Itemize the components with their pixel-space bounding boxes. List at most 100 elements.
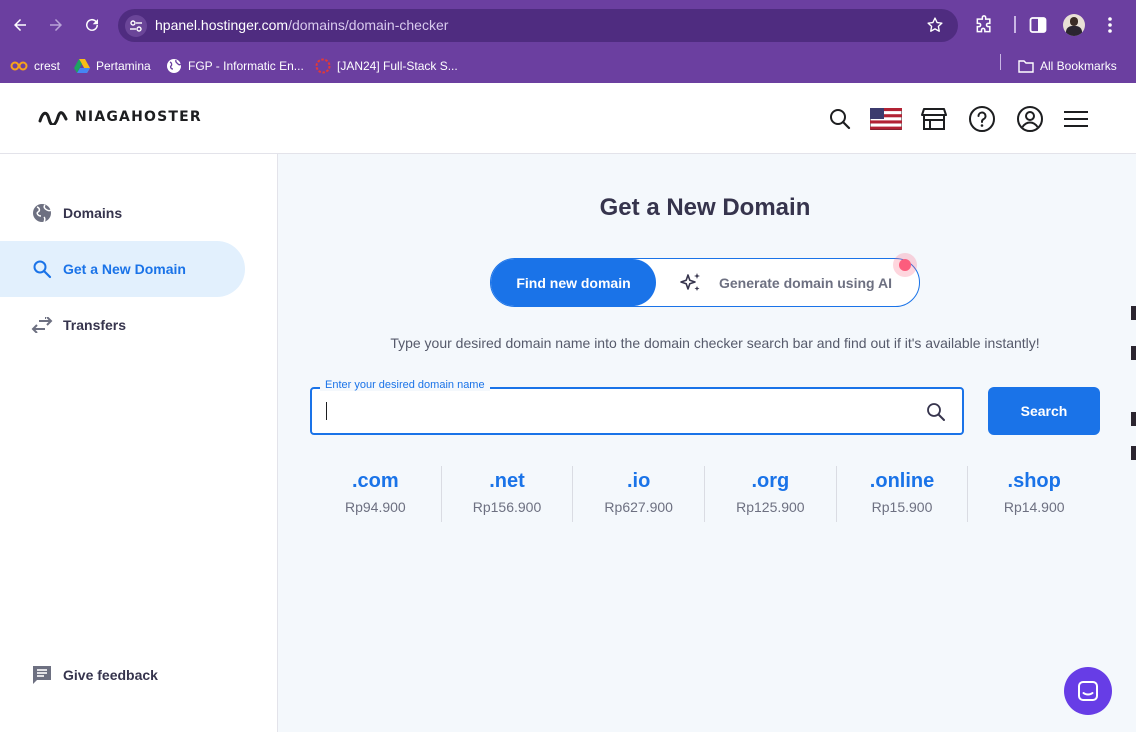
header-search-button[interactable] xyxy=(822,101,858,137)
browser-chrome: hpanel.hostinger.com/domains/domain-chec… xyxy=(0,0,1136,83)
crest-icon xyxy=(10,61,28,71)
generate-ai-label: Generate domain using AI xyxy=(719,274,892,291)
search-mode-toggle: Find new domain Generate domain using AI xyxy=(490,253,920,307)
chat-launcher-button[interactable] xyxy=(1064,667,1112,715)
drive-icon xyxy=(74,59,90,73)
all-bookmarks[interactable]: All Bookmarks xyxy=(1018,55,1117,77)
bookmark-pertamina[interactable]: Pertamina xyxy=(74,55,151,77)
sidebar-item-label: Domains xyxy=(63,205,123,221)
sidebar-item-get-new-domain[interactable]: Get a New Domain xyxy=(0,241,245,297)
globe-icon xyxy=(167,59,182,73)
tld-item[interactable]: .io Rp627.900 xyxy=(573,466,706,522)
domain-search-input[interactable] xyxy=(324,397,914,425)
find-new-domain-tab[interactable]: Find new domain xyxy=(491,259,656,306)
bookmark-label: FGP - Informatic En... xyxy=(188,59,304,73)
tld-price: Rp15.900 xyxy=(871,499,933,515)
extensions-button[interactable] xyxy=(973,14,995,36)
globe-icon xyxy=(31,202,53,224)
sidebar-item-label: Transfers xyxy=(63,317,127,333)
main-menu-button[interactable] xyxy=(1058,101,1094,137)
store-button[interactable] xyxy=(916,101,952,137)
back-button[interactable] xyxy=(8,13,32,37)
chat-icon xyxy=(1078,681,1098,701)
transfer-icon xyxy=(31,314,53,336)
bookmark-crest[interactable]: crest xyxy=(10,55,60,77)
window-edge-fragment xyxy=(1131,306,1136,320)
sidebar-item-transfers[interactable]: Transfers xyxy=(0,297,245,353)
search-button[interactable]: Search xyxy=(988,387,1100,435)
account-button[interactable] xyxy=(1012,101,1048,137)
sidebar: Domains Get a New Domain Transfers Give … xyxy=(0,154,278,732)
browser-menu-button[interactable] xyxy=(1099,14,1121,36)
tld-price: Rp125.900 xyxy=(736,499,805,515)
bookmark-label: crest xyxy=(34,59,61,73)
tld-item[interactable]: .org Rp125.900 xyxy=(705,466,837,522)
kebab-menu-icon xyxy=(1108,17,1112,33)
tld-item[interactable]: .online Rp15.900 xyxy=(837,466,969,522)
site-info-icon[interactable] xyxy=(125,15,147,37)
search-icon[interactable] xyxy=(926,402,946,422)
omnibox[interactable]: hpanel.hostinger.com/domains/domain-chec… xyxy=(118,9,958,42)
reload-button[interactable] xyxy=(80,13,104,37)
page-title: Get a New Domain xyxy=(599,194,811,221)
sidebar-item-domains[interactable]: Domains xyxy=(0,185,245,241)
bookmark-label: [JAN24] Full-Stack S... xyxy=(337,59,458,73)
loading-ring-icon xyxy=(315,58,331,74)
bookmark-star-icon[interactable] xyxy=(926,16,944,34)
generate-ai-tab[interactable]: Generate domain using AI xyxy=(679,259,892,306)
bookmarks-bar: crest Pertamina FGP - Informatic En... [… xyxy=(0,50,1136,83)
puzzle-icon xyxy=(976,15,991,33)
domain-search-field[interactable]: Enter your desired domain name xyxy=(310,379,964,435)
address-bar-row: hpanel.hostinger.com/domains/domain-chec… xyxy=(0,0,1136,50)
main-content: Get a New Domain Find new domain Generat… xyxy=(278,154,1136,732)
account-icon xyxy=(1017,106,1043,132)
url-host: hpanel.hostinger.com xyxy=(155,17,289,33)
url-path: /domains/domain-checker xyxy=(288,17,449,33)
description-label: Type your desired domain name into the d… xyxy=(390,335,1040,351)
tld-item[interactable]: .com Rp94.900 xyxy=(310,466,442,522)
folder-icon xyxy=(1018,60,1034,73)
site-header: NIAGAHOSTER xyxy=(0,83,1136,154)
language-button[interactable] xyxy=(868,101,904,137)
search-icon xyxy=(31,258,53,280)
reload-icon xyxy=(86,18,98,31)
tld-name: .net xyxy=(489,470,525,492)
tld-item[interactable]: .shop Rp14.900 xyxy=(968,466,1100,522)
arrow-right-icon xyxy=(50,19,62,31)
side-panel-button[interactable] xyxy=(1027,14,1049,36)
description-text: Type your desired domain name into the d… xyxy=(278,335,1132,351)
sidebar-item-label: Get a New Domain xyxy=(63,261,186,277)
tld-name: .com xyxy=(351,470,399,492)
bookmark-fullstack[interactable]: [JAN24] Full-Stack S... xyxy=(315,55,458,77)
tld-price-list: .com Rp94.900 .net Rp156.900 .io Rp627.9… xyxy=(310,466,1100,522)
tld-name: .org xyxy=(751,470,790,492)
window-edge-fragment xyxy=(1131,446,1136,460)
arrow-left-icon xyxy=(14,19,26,31)
help-button[interactable] xyxy=(964,101,1000,137)
notification-dot xyxy=(893,253,917,277)
logo-text: NIAGAHOSTER xyxy=(75,109,202,125)
us-flag-icon xyxy=(870,108,902,130)
store-icon xyxy=(921,108,947,130)
url-text[interactable]: hpanel.hostinger.com/domains/domain-chec… xyxy=(155,17,448,33)
tld-price: Rp156.900 xyxy=(472,499,542,515)
bookmark-fgp[interactable]: FGP - Informatic En... xyxy=(166,55,304,77)
tld-price: Rp627.900 xyxy=(604,499,673,515)
domain-search-label: Enter your desired domain name xyxy=(320,379,490,391)
window-edge-fragment xyxy=(1131,412,1136,426)
forward-button[interactable] xyxy=(44,13,68,37)
tld-price: Rp94.900 xyxy=(344,499,406,515)
window-edge-fragment xyxy=(1131,346,1136,360)
tld-name: .io xyxy=(627,470,651,492)
give-feedback-button[interactable]: Give feedback xyxy=(0,647,245,703)
tld-name: .online xyxy=(869,470,935,492)
toolbar-divider xyxy=(1014,16,1016,33)
tld-price: Rp14.900 xyxy=(1003,499,1065,515)
menu-icon xyxy=(1064,111,1088,127)
all-bookmarks-label: All Bookmarks xyxy=(1040,59,1117,73)
niagahoster-logo[interactable]: NIAGAHOSTER xyxy=(38,109,202,125)
profile-avatar[interactable] xyxy=(1063,14,1085,36)
tld-name: .shop xyxy=(1007,470,1061,492)
logo-mark-icon xyxy=(38,111,68,125)
tld-item[interactable]: .net Rp156.900 xyxy=(442,466,574,522)
